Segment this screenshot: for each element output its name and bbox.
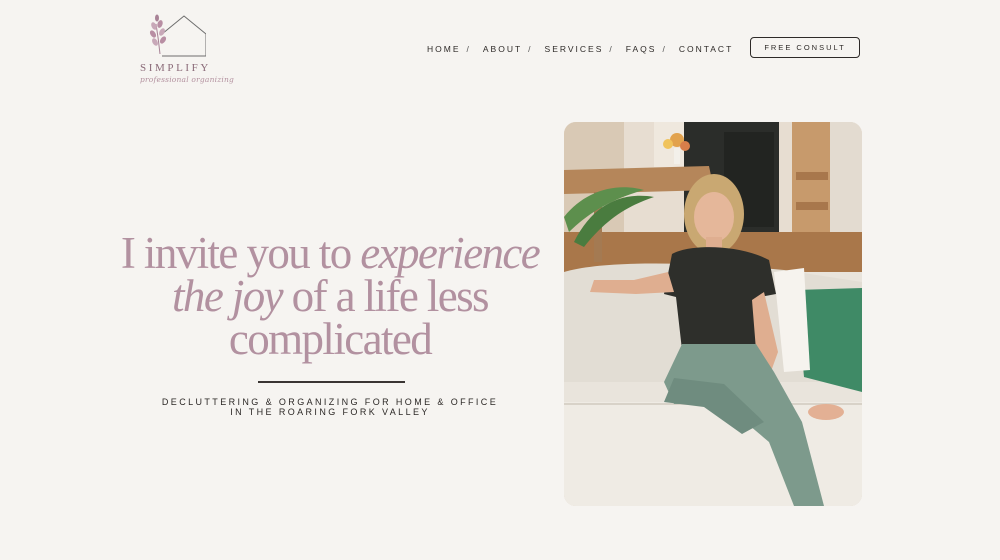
hero-headline: I invite you to experience the joy of a …	[120, 231, 541, 364]
nav-separator: /	[609, 44, 614, 54]
hero-photo	[564, 122, 862, 506]
hero-subtitle: DECLUTTERING & ORGANIZING FOR HOME & OFF…	[130, 397, 530, 417]
nav-item-services[interactable]: SERVICES	[545, 44, 604, 54]
hero-divider	[258, 381, 405, 383]
nav-item-home[interactable]: HOME	[427, 44, 461, 54]
house-with-sprig-icon	[149, 14, 206, 57]
hero-subtitle-line: IN THE ROARING FORK VALLEY	[230, 407, 430, 417]
woman-on-sofa-image	[564, 122, 862, 506]
nav-item-contact[interactable]: CONTACT	[679, 44, 733, 54]
nav-item-about[interactable]: ABOUT	[483, 44, 522, 54]
nav-item-faqs[interactable]: FAQS	[626, 44, 657, 54]
logo-tagline: professional organizing	[140, 75, 234, 84]
hero-text: complicated	[228, 314, 433, 364]
site-logo[interactable]: SIMPLIFY professional organizing	[138, 12, 234, 88]
nav-separator: /	[662, 44, 667, 54]
nav-separator: /	[528, 44, 533, 54]
main-nav: HOME / ABOUT / SERVICES / FAQS / CONTACT	[427, 44, 733, 54]
nav-separator: /	[466, 44, 471, 54]
logo-brand-name: SIMPLIFY	[140, 62, 211, 74]
free-consult-button[interactable]: FREE CONSULT	[750, 37, 860, 58]
hero-subtitle-line: DECLUTTERING & ORGANIZING FOR HOME & OFF…	[161, 397, 499, 407]
